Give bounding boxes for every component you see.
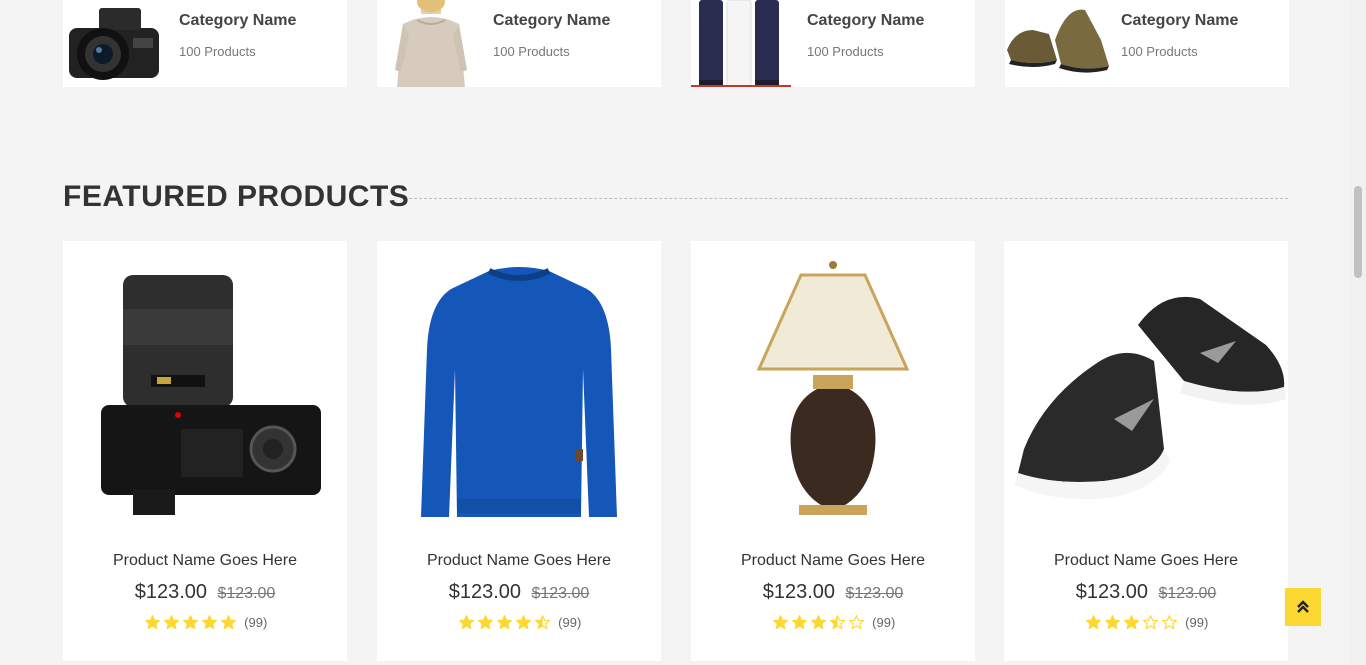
star-icon	[1123, 615, 1139, 629]
star-icon	[144, 615, 160, 629]
product-rating: (99)	[63, 614, 347, 632]
star-icon	[182, 615, 198, 629]
section-divider	[409, 198, 1288, 199]
rating-stars	[1084, 614, 1179, 631]
product-name[interactable]: Product Name Goes Here	[691, 552, 975, 570]
product-price: $123.00	[448, 581, 521, 603]
category-count: 100 Products	[807, 44, 884, 59]
rating-stars	[771, 614, 866, 631]
product-card[interactable]: Product Name Goes Here $123.00 $123.00 (…	[377, 241, 661, 661]
product-old-price: $123.00	[845, 585, 904, 602]
sneakers-icon	[1014, 296, 1286, 500]
rating-stars	[143, 614, 238, 631]
category-count: 100 Products	[1121, 44, 1198, 59]
product-name[interactable]: Product Name Goes Here	[377, 552, 661, 570]
product-card[interactable]: Product Name Goes Here $123.00 $123.00 (…	[691, 241, 975, 661]
product-old-price: $123.00	[531, 585, 590, 602]
star-icon	[163, 615, 179, 629]
category-card[interactable]: Category Name 100 Products	[1005, 0, 1289, 87]
lamp-icon	[756, 261, 910, 515]
scrollbar-thumb[interactable]	[1354, 186, 1362, 278]
rating-count: (99)	[244, 615, 268, 630]
camera-icon	[69, 8, 159, 80]
product-old-price: $123.00	[1158, 585, 1217, 602]
category-count: 100 Products	[493, 44, 570, 59]
star-icon	[496, 615, 512, 629]
star-icon	[515, 615, 531, 629]
shoes-icon	[1007, 9, 1109, 73]
category-card[interactable]: Category Name 100 Products	[63, 0, 347, 87]
star-empty-icon	[1142, 615, 1158, 629]
product-old-price: $123.00	[217, 585, 276, 602]
category-card[interactable]: Category Name 100 Products	[691, 0, 975, 87]
star-icon	[810, 615, 826, 629]
product-name[interactable]: Product Name Goes Here	[1004, 552, 1288, 570]
section-title: FEATURED PRODUCTS	[63, 180, 410, 213]
product-price-row: $123.00 $123.00	[691, 581, 975, 604]
star-icon	[772, 615, 788, 629]
woman-sweater-icon	[395, 0, 467, 87]
star-icon	[1085, 615, 1101, 629]
star-icon	[1104, 615, 1120, 629]
product-price-row: $123.00 $123.00	[1004, 581, 1288, 604]
category-name[interactable]: Category Name	[807, 12, 924, 30]
product-rating: (99)	[377, 614, 661, 632]
product-price: $123.00	[762, 581, 835, 603]
category-row: Category Name 100 Products Category Name…	[63, 0, 1289, 87]
product-price-row: $123.00 $123.00	[63, 581, 347, 604]
category-count: 100 Products	[179, 44, 256, 59]
back-to-top-button[interactable]	[1285, 588, 1321, 626]
rating-stars	[457, 614, 552, 631]
category-name[interactable]: Category Name	[1121, 12, 1238, 30]
product-price: $123.00	[1075, 581, 1148, 603]
star-icon	[477, 615, 493, 629]
cosmetics-icon	[691, 0, 791, 87]
rating-count: (99)	[1185, 615, 1209, 630]
product-rating: (99)	[1004, 614, 1288, 632]
category-card[interactable]: Category Name 100 Products	[377, 0, 661, 87]
category-name[interactable]: Category Name	[179, 12, 296, 30]
sweater-icon	[421, 267, 617, 517]
star-icon	[791, 615, 807, 629]
star-half-icon	[534, 615, 550, 629]
product-price-row: $123.00 $123.00	[377, 581, 661, 604]
star-half-icon	[829, 615, 845, 629]
star-empty-icon	[1161, 615, 1177, 629]
scrollbar[interactable]	[1349, 0, 1366, 665]
star-icon	[458, 615, 474, 629]
rating-count: (99)	[872, 615, 896, 630]
product-card[interactable]: Product Name Goes Here $123.00 $123.00 (…	[63, 241, 347, 661]
product-rating: (99)	[691, 614, 975, 632]
rating-count: (99)	[558, 615, 582, 630]
product-name[interactable]: Product Name Goes Here	[63, 552, 347, 570]
star-icon	[220, 615, 236, 629]
double-chevron-up-icon	[1297, 600, 1309, 613]
star-icon	[201, 615, 217, 629]
star-empty-icon	[848, 615, 864, 629]
camera-icon	[101, 275, 321, 515]
product-price: $123.00	[134, 581, 207, 603]
product-card[interactable]: Product Name Goes Here $123.00 $123.00 (…	[1004, 241, 1288, 661]
category-name[interactable]: Category Name	[493, 12, 610, 30]
